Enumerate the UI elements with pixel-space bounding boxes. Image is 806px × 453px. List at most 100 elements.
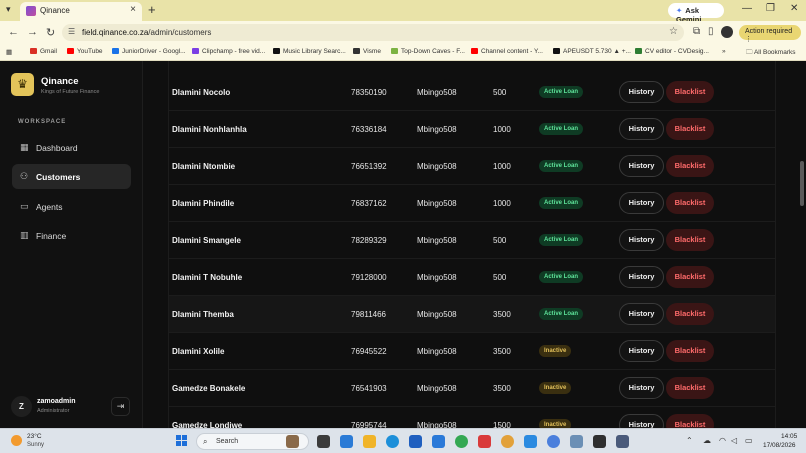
blacklist-button[interactable]: Blacklist [666, 229, 714, 251]
snipping-tool-icon[interactable] [570, 435, 583, 448]
vscode-icon[interactable] [524, 435, 537, 448]
minimize-icon[interactable]: — [742, 3, 752, 14]
bookmark-label: YouTube [77, 48, 103, 55]
site-info-icon[interactable]: ☰ [68, 27, 75, 36]
chrome-dev-icon[interactable] [547, 435, 560, 448]
bar-chart-icon: ▥ [20, 230, 29, 240]
chrome-icon[interactable] [455, 435, 468, 448]
table-row[interactable]: Gamedze Bonakele 76541903 Mbingo508 3500 Ina… [169, 370, 775, 407]
sidebar-item-dashboard[interactable]: ▦ Dashboard [12, 135, 131, 160]
file-explorer-icon[interactable] [363, 435, 376, 448]
close-window-icon[interactable]: ✕ [790, 3, 798, 14]
history-button[interactable]: History [619, 155, 664, 177]
table-row[interactable]: Dlamini Ntombie 76651392 Mbingo508 1000 Acti… [169, 148, 775, 185]
new-tab-icon[interactable]: + [148, 2, 156, 17]
bookmark-music-library[interactable]: Music Library Searc... [273, 48, 346, 55]
bookmark-juniordriver[interactable]: JuniorDriver - Googl... [112, 48, 186, 55]
restore-icon[interactable]: ❐ [766, 3, 775, 14]
bookmark-cv-editor[interactable]: CV editor - CVDesig... [635, 48, 709, 55]
bookmark-top-down-caves[interactable]: Top-Down Caves - F... [391, 48, 465, 55]
edge-icon[interactable] [386, 435, 399, 448]
temperature: 23°C [27, 433, 42, 440]
bookmark-star-icon[interactable]: ☆ [669, 26, 678, 37]
customer-phone: 76651392 [351, 162, 387, 171]
browser-tab[interactable]: Qinance × [20, 2, 142, 21]
chevron-up-icon[interactable]: ⌃ [686, 436, 693, 445]
blacklist-button[interactable]: Blacklist [666, 266, 714, 288]
history-button[interactable]: History [619, 266, 664, 288]
cloud-icon[interactable]: ☁ [703, 436, 711, 445]
sidebar-item-agents[interactable]: ▭ Agents [12, 194, 131, 219]
red-app-icon[interactable] [478, 435, 491, 448]
bookmark-apeusdt[interactable]: APEUSDT 5.730 ▲ +... [553, 48, 631, 55]
history-button[interactable]: History [619, 229, 664, 251]
table-row[interactable]: Dlamini Nocolo 78350190 Mbingo508 500 Active… [169, 74, 775, 111]
terminal-icon[interactable] [593, 435, 606, 448]
customer-agent: Mbingo508 [417, 347, 457, 356]
more-bookmarks-icon[interactable]: » [722, 48, 726, 55]
loan-amount: 3500 [493, 384, 511, 393]
table-row[interactable]: Dlamini Nonhlanhla 76336184 Mbingo508 1000 A… [169, 111, 775, 148]
sidebar-item-customers[interactable]: ⚇ Customers [12, 164, 131, 189]
blacklist-button[interactable]: Blacklist [666, 303, 714, 325]
table-row[interactable]: Dlamini Phindile 76837162 Mbingo508 1000 Act… [169, 185, 775, 222]
bookmark-label: CV editor - CVDesig... [645, 48, 709, 55]
history-button[interactable]: History [619, 192, 664, 214]
history-button[interactable]: History [619, 118, 664, 140]
customer-phone: 76995744 [351, 421, 387, 428]
widgets-icon[interactable] [286, 435, 299, 448]
sidepanel-icon[interactable]: ▯ [708, 26, 714, 37]
task-view-icon[interactable] [317, 435, 330, 448]
loan-amount: 500 [493, 273, 507, 282]
history-button[interactable]: History [619, 303, 664, 325]
profile-avatar[interactable] [721, 26, 733, 38]
bookmark-youtube[interactable]: YouTube [67, 48, 103, 55]
history-button[interactable]: History [619, 81, 664, 103]
tab-search-icon[interactable]: ▾ [6, 5, 16, 14]
table-row[interactable]: Gamedze Londiwe 76995744 Mbingo508 1500 Inac… [169, 407, 775, 428]
table-row[interactable]: Dlamini T Nobuhle 79128000 Mbingo508 500 Act… [169, 259, 775, 296]
table-row[interactable]: Dlamini Themba 79811466 Mbingo508 3500 Activ… [169, 296, 775, 333]
outlook-icon[interactable] [432, 435, 445, 448]
loan-amount: 1000 [493, 162, 511, 171]
blacklist-button[interactable]: Blacklist [666, 155, 714, 177]
browser-tab-bar: ▾ Qinance × + ✦ Ask Gemini — ❐ ✕ [0, 0, 806, 24]
copilot-icon[interactable] [340, 435, 353, 448]
blacklist-button[interactable]: Blacklist [666, 118, 714, 140]
all-bookmarks[interactable]: 🗀 All Bookmarks [746, 48, 796, 59]
blacklist-button[interactable]: Blacklist [666, 192, 714, 214]
bookmark-clipchamp[interactable]: Clipchamp - free vid... [192, 48, 265, 55]
blacklist-button[interactable]: Blacklist [666, 81, 714, 103]
chrome-profile-icon[interactable] [501, 435, 514, 448]
sidebar-item-finance[interactable]: ▥ Finance [12, 223, 131, 248]
page-scrollbar[interactable] [800, 161, 804, 206]
close-tab-icon[interactable]: × [130, 4, 136, 15]
blacklist-button[interactable]: Blacklist [666, 340, 714, 362]
table-row[interactable]: Dlamini Xolile 76945522 Mbingo508 3500 Inact… [169, 333, 775, 370]
apps-grid-icon[interactable]: ▦ [6, 48, 12, 56]
ask-gemini-button[interactable]: ✦ Ask Gemini [668, 3, 724, 24]
volume-icon[interactable]: ◁ [731, 436, 737, 445]
sun-weather-icon[interactable] [11, 435, 22, 446]
bookmark-visme[interactable]: Visme [353, 48, 381, 55]
blacklist-button[interactable]: Blacklist [666, 414, 714, 428]
app-icon[interactable] [616, 435, 629, 448]
history-button[interactable]: History [619, 340, 664, 362]
store-icon[interactable] [409, 435, 422, 448]
back-icon[interactable]: ← [8, 26, 19, 38]
bookmark-channel-content[interactable]: Channel content - Y... [471, 48, 543, 55]
action-required-button[interactable]: Action required ⋮ [739, 25, 801, 43]
battery-icon[interactable]: ▭ [745, 436, 753, 445]
logout-icon[interactable]: ⇥ [111, 397, 130, 416]
bookmark-gmail[interactable]: Gmail [30, 48, 57, 55]
wifi-icon[interactable]: ◠ [719, 436, 726, 445]
reload-icon[interactable]: ↻ [46, 26, 55, 39]
table-row[interactable]: Dlamini Smangele 78289329 Mbingo508 500 Acti… [169, 222, 775, 259]
blacklist-button[interactable]: Blacklist [666, 377, 714, 399]
history-button[interactable]: History [619, 414, 664, 428]
forward-icon[interactable]: → [27, 26, 38, 38]
history-button[interactable]: History [619, 377, 664, 399]
windows-start-icon[interactable] [176, 435, 188, 447]
omnibox[interactable]: ☰ field.qinance.co.za/admin/customers ☆ [62, 24, 684, 41]
extensions-icon[interactable]: ⧉ [693, 26, 700, 37]
